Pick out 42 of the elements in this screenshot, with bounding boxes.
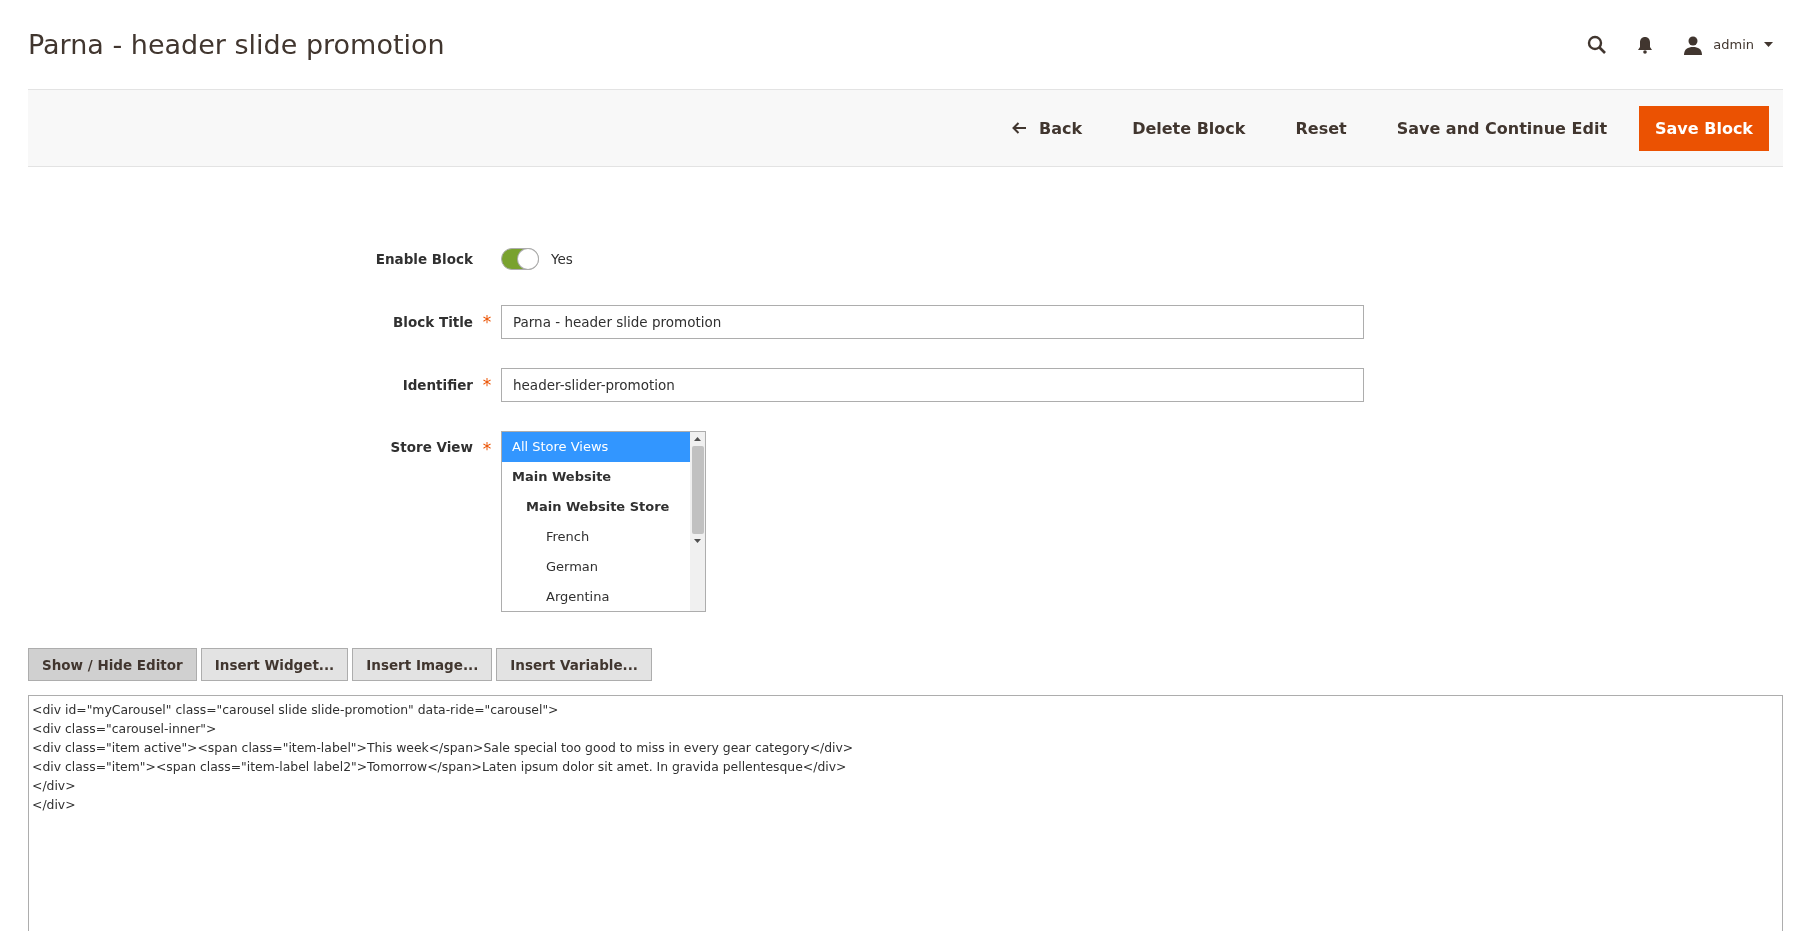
editor-button[interactable]: Insert Variable... <box>496 648 652 681</box>
list-group[interactable]: Main Website <box>502 462 690 492</box>
input-field[interactable]: header-slider-promotion <box>501 368 1364 402</box>
action-button[interactable]: Delete Block <box>1114 106 1264 150</box>
list-option[interactable]: Argentina <box>502 582 690 611</box>
code-line: </div> <box>32 796 77 814</box>
editor-button[interactable]: Insert Widget... <box>200 648 349 681</box>
search-icon[interactable] <box>1587 34 1608 55</box>
code-line: <div id="myCarousel" class="carousel slide slide-promotion" data-ride="carousel"> <box>32 701 560 719</box>
store-view-list[interactable]: All Store Views Main Website Main Website Store French German Argentina <box>501 431 706 612</box>
scroll-down-icon[interactable] <box>694 539 701 543</box>
input-field[interactable]: Parna - header slide promotion <box>501 305 1364 339</box>
required-mark: * <box>482 312 492 332</box>
field-label: Enable Block <box>374 251 473 267</box>
list-option[interactable]: German <box>502 552 690 582</box>
save-button[interactable]: Save Block <box>1639 105 1769 151</box>
field-label: Identifier <box>401 377 473 393</box>
toggle-switch[interactable] <box>501 248 539 270</box>
required-mark: * <box>482 439 492 459</box>
code-line: <div class="item"><span class="item-label label2">Tomorrow</span>Laten ipsum dolor sit amet. In gravida pellentesque</div> <box>32 758 848 776</box>
required-mark: * <box>482 375 492 395</box>
back-button[interactable]: Back <box>994 106 1101 150</box>
arrow-left-icon <box>1012 122 1027 134</box>
caret-icon[interactable] <box>1764 42 1773 47</box>
editor-button[interactable]: Insert Image... <box>352 648 493 681</box>
user-name[interactable]: admin <box>1713 37 1754 52</box>
list-group[interactable]: Main Website Store <box>502 492 690 522</box>
action-button[interactable]: Reset <box>1277 106 1365 150</box>
list-option[interactable]: French <box>502 522 690 552</box>
editor-button[interactable]: Show / Hide Editor <box>28 648 197 681</box>
action-button[interactable]: Save and Continue Edit <box>1378 106 1626 150</box>
bell-icon[interactable] <box>1637 35 1654 54</box>
user-icon[interactable] <box>1683 34 1704 55</box>
field-label: Store View <box>389 438 473 455</box>
code-line: <div class="item active"><span class="item-label">This week</span>Sale special too good to miss in every gear category</div> <box>32 739 855 757</box>
field-label: Block Title <box>392 314 473 330</box>
scrollbar[interactable] <box>690 432 705 611</box>
code-line: <div class="carousel-inner"> <box>32 720 218 738</box>
scroll-up-icon[interactable] <box>694 437 701 441</box>
page-title: Parna - header slide promotion <box>28 29 445 60</box>
code-line: </div> <box>32 777 77 795</box>
toggle-value: Yes <box>551 251 573 267</box>
